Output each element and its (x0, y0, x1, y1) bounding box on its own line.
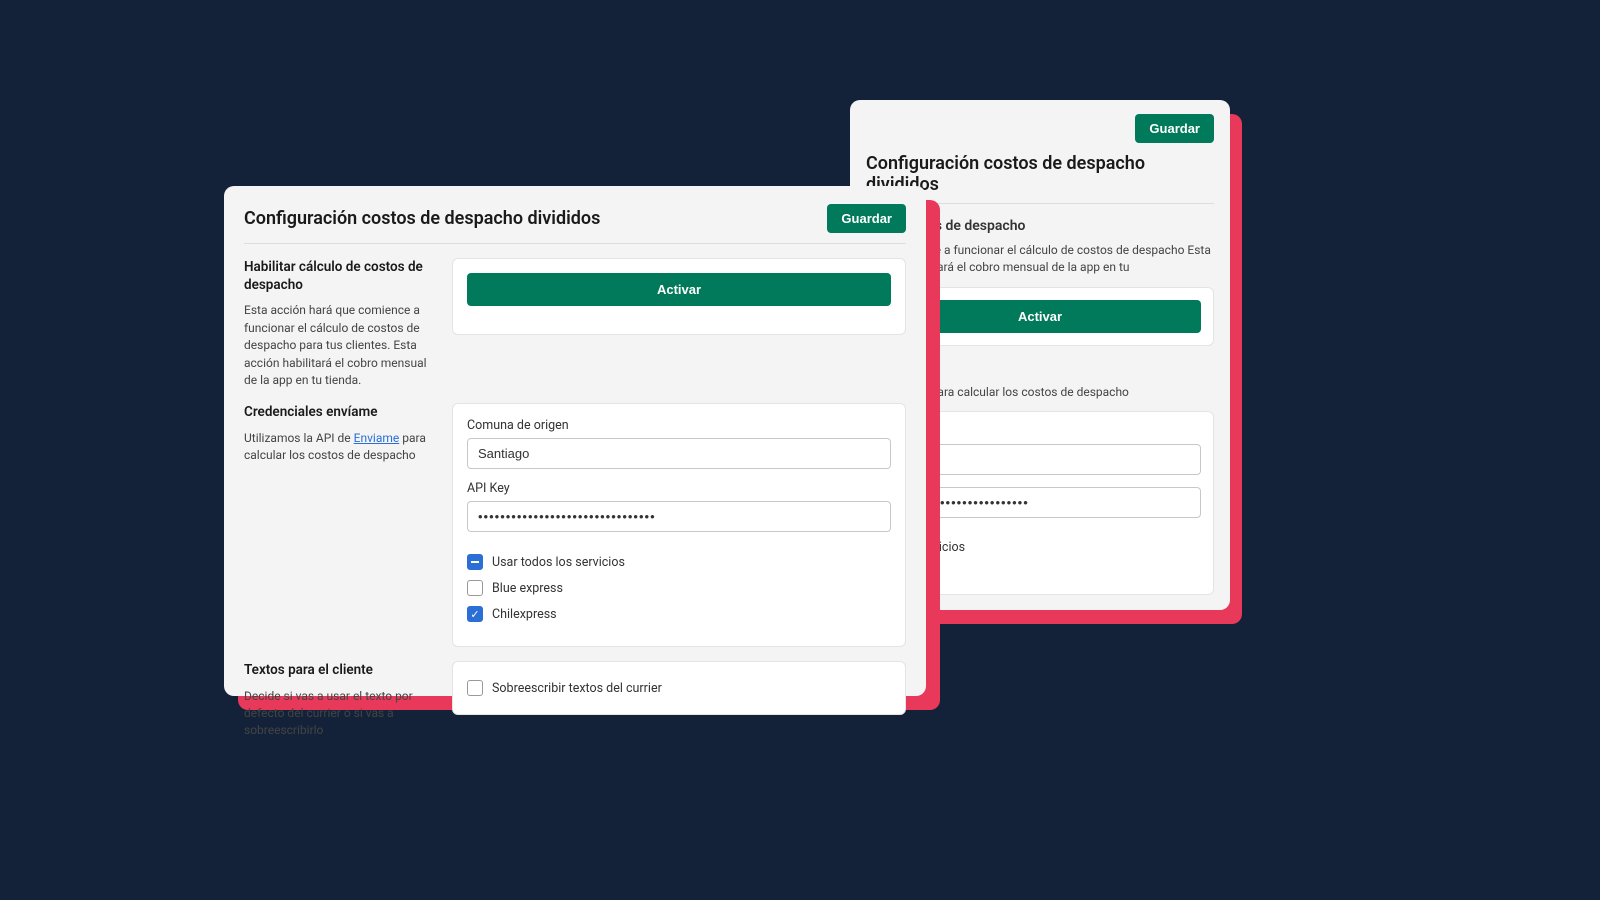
comuna-input[interactable] (467, 438, 891, 469)
comuna-label: Comuna de origen (467, 418, 891, 433)
client-texts-description: Decide si vas a usar el texto por defect… (244, 688, 434, 740)
activate-button[interactable]: Activar (467, 273, 891, 306)
credentials-panel: Comuna de origen API Key Usar todos los … (452, 403, 906, 647)
divider (244, 243, 906, 244)
use-all-label: Usar todos los servicios (492, 555, 625, 570)
overwrite-checkbox[interactable] (467, 680, 483, 696)
chilexpress-label: Chilexpress (492, 607, 557, 622)
credentials-heading: Credenciales envíame (244, 403, 434, 421)
credentials-description: Utilizamos la API de Enviame para calcul… (244, 430, 434, 465)
front-settings-card: Configuración costos de despacho dividid… (224, 186, 926, 696)
client-texts-heading: Textos para el cliente (244, 661, 434, 679)
blue-express-label: Blue express (492, 581, 563, 596)
save-button[interactable]: Guardar (827, 204, 906, 233)
page-title: Configuración costos de despacho dividid… (244, 208, 600, 229)
enable-heading: Habilitar cálculo de costos de despacho (244, 258, 434, 294)
apikey-label: API Key (467, 481, 891, 496)
enable-description: Esta acción hará que comience a funciona… (244, 302, 434, 389)
client-texts-section: Textos para el cliente Decide si vas a u… (244, 661, 906, 739)
client-texts-panel: Sobreescribir textos del currier (452, 661, 906, 715)
save-button[interactable]: Guardar (1135, 114, 1214, 143)
credentials-section: Credenciales envíame Utilizamos la API d… (244, 403, 906, 647)
use-all-checkbox[interactable] (467, 554, 483, 570)
overwrite-label: Sobreescribir textos del currier (492, 681, 662, 696)
enviame-link[interactable]: Enviame (354, 431, 400, 445)
apikey-input[interactable] (467, 501, 891, 532)
chilexpress-checkbox[interactable]: ✓ (467, 606, 483, 622)
enable-section: Habilitar cálculo de costos de despacho … (244, 258, 906, 389)
activate-panel: Activar (452, 258, 906, 335)
blue-express-checkbox[interactable] (467, 580, 483, 596)
